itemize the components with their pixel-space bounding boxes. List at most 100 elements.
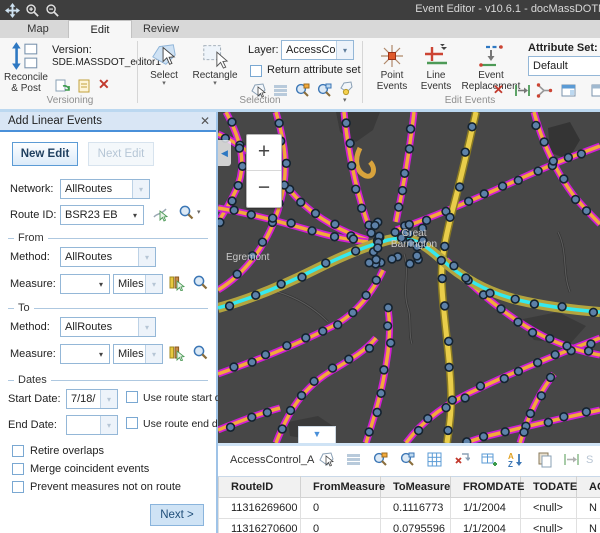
collapse-bottom-panel-icon[interactable]: ▼ bbox=[298, 426, 336, 443]
to-measure-combo[interactable]: ▾ bbox=[60, 344, 110, 364]
end-date-combo[interactable]: ▾ bbox=[66, 415, 118, 435]
dropdown-caret[interactable]: ▾ bbox=[138, 318, 155, 336]
new-edit-button[interactable]: New Edit bbox=[12, 142, 78, 166]
dropdown-caret: ▾ bbox=[190, 81, 240, 87]
map-zoom-out-button[interactable]: − bbox=[247, 171, 281, 207]
route-id-combo[interactable]: BSR23 EB ▾ bbox=[60, 205, 144, 225]
zoom-in-icon[interactable] bbox=[25, 3, 40, 18]
route-id-label: Route ID: bbox=[10, 209, 56, 221]
dropdown-caret[interactable]: ▾ bbox=[93, 275, 109, 293]
return-attribute-set-checkbox[interactable] bbox=[250, 65, 262, 77]
next-button[interactable]: Next > bbox=[150, 504, 204, 526]
zoom-selected-alt-icon[interactable] bbox=[399, 451, 416, 468]
map-zoom-in-button[interactable]: + bbox=[247, 135, 281, 171]
use-route-start-date-checkbox[interactable] bbox=[126, 391, 138, 403]
dates-section: Dates bbox=[8, 380, 208, 381]
from-measure-combo[interactable]: ▾ bbox=[60, 274, 110, 294]
reconcile-post-button[interactable]: Reconcile & Post bbox=[4, 41, 48, 94]
select-events-icon[interactable] bbox=[318, 451, 335, 468]
dropdown-caret[interactable]: ▾ bbox=[93, 345, 109, 363]
from-method-combo[interactable]: AllRoutes ▾ bbox=[60, 247, 156, 267]
version-label: Version: bbox=[52, 44, 92, 56]
return-attribute-set-label: Return attribute set bbox=[267, 64, 361, 76]
pick-measure-icon[interactable] bbox=[168, 274, 185, 291]
tab-map[interactable]: Map bbox=[8, 20, 68, 38]
merge-coincident-events-checkbox[interactable] bbox=[12, 463, 24, 475]
offset-icon[interactable] bbox=[563, 451, 580, 468]
cell-frommeasure: 0 bbox=[301, 519, 381, 533]
dropdown-caret[interactable]: ▾ bbox=[100, 390, 117, 408]
map-zoom-control: + − bbox=[246, 134, 282, 208]
close-icon[interactable]: ✕ bbox=[200, 114, 210, 128]
zoom-measure-icon[interactable] bbox=[192, 344, 209, 361]
clear-selection-icon[interactable] bbox=[453, 451, 470, 468]
truncated-toolbar-button[interactable]: S bbox=[586, 454, 593, 466]
retire-overlaps-checkbox[interactable] bbox=[12, 445, 24, 457]
dropdown-caret[interactable]: ▾ bbox=[127, 206, 143, 224]
next-edit-button[interactable]: Next Edit bbox=[88, 142, 154, 166]
from-unit-combo[interactable]: Miles ▾ bbox=[113, 274, 163, 294]
tabbar: Map Edit Review bbox=[0, 20, 600, 39]
use-route-end-date-checkbox[interactable] bbox=[126, 417, 138, 429]
column-header[interactable]: ToMeasure bbox=[381, 477, 451, 498]
dropdown-caret[interactable]: ▾ bbox=[145, 275, 162, 293]
panel-alt-icon[interactable] bbox=[590, 82, 600, 99]
map-label-egremont: Egremont bbox=[226, 252, 270, 263]
from-section: From bbox=[8, 238, 208, 239]
sync-version-icon[interactable] bbox=[54, 78, 71, 95]
from-method-label: Method: bbox=[10, 251, 50, 263]
selection-group-label: Selection bbox=[190, 95, 330, 106]
column-header[interactable]: FROMDATE bbox=[451, 477, 521, 498]
line-events-button[interactable]: Line Events bbox=[416, 43, 456, 92]
zoom-out-icon[interactable] bbox=[45, 3, 60, 18]
cell-fromdate: 1/1/2004 bbox=[451, 498, 521, 519]
cell-tomeasure: 0.0795596 bbox=[381, 519, 451, 533]
collapse-left-panel-icon[interactable]: ◀ bbox=[218, 140, 231, 166]
to-unit-combo[interactable]: Miles ▾ bbox=[113, 344, 163, 364]
dropdown-caret[interactable]: ▾ bbox=[197, 210, 201, 216]
copy-icon[interactable] bbox=[536, 451, 553, 468]
map-view[interactable]: Egremont GreatBarrington ◀ + − ▼ bbox=[218, 112, 600, 443]
dropdown-caret[interactable]: ▾ bbox=[336, 41, 353, 59]
zoom-measure-icon[interactable] bbox=[192, 274, 209, 291]
table-row[interactable]: 11316270600 0 0.0795596 1/1/2004 <null> … bbox=[219, 519, 600, 533]
dropdown-caret[interactable]: ▾ bbox=[100, 416, 117, 434]
highlight-selection-icon[interactable] bbox=[338, 80, 355, 97]
cell-fromdate: 1/1/2004 bbox=[451, 519, 521, 533]
column-header[interactable]: TODATE bbox=[521, 477, 577, 498]
panel-icon[interactable] bbox=[560, 82, 577, 99]
zoom-selected-icon[interactable] bbox=[372, 451, 389, 468]
tab-review[interactable]: Review bbox=[130, 20, 192, 38]
attribute-set-combo[interactable]: Default ▾ bbox=[528, 56, 600, 76]
table-row[interactable]: 11316269600 0 0.1116773 1/1/2004 <null> … bbox=[219, 498, 600, 519]
delete-version-icon[interactable]: ✕ bbox=[98, 76, 115, 93]
attribute-list-icon[interactable] bbox=[345, 451, 362, 468]
dropdown-caret[interactable]: ▾ bbox=[132, 180, 149, 198]
start-date-combo[interactable]: 7/18/ ▾ bbox=[66, 389, 118, 409]
sort-icon[interactable]: AZ bbox=[507, 451, 524, 468]
select-route-icon[interactable] bbox=[152, 205, 169, 222]
pan-icon[interactable] bbox=[5, 3, 20, 18]
column-header[interactable]: FromMeasure bbox=[301, 477, 381, 498]
pick-measure-icon[interactable] bbox=[168, 344, 185, 361]
ribbon-separator bbox=[137, 41, 138, 103]
add-table-icon[interactable] bbox=[480, 451, 497, 468]
grid-icon[interactable] bbox=[426, 451, 443, 468]
dropdown-caret[interactable]: ▾ bbox=[145, 345, 162, 363]
column-header[interactable]: RouteID bbox=[219, 477, 301, 498]
tab-edit[interactable]: Edit bbox=[68, 20, 132, 39]
rectangle-button[interactable]: Rectangle ▾ bbox=[190, 41, 240, 87]
select-button[interactable]: Select ▾ bbox=[142, 41, 186, 87]
attribute-table-panel: AccessControl_A AZ S RouteID FromMeasure… bbox=[218, 446, 600, 533]
layer-combo[interactable]: AccessControl_A ▾ bbox=[281, 40, 354, 60]
new-version-icon[interactable] bbox=[76, 78, 93, 95]
network-combo[interactable]: AllRoutes ▾ bbox=[60, 179, 150, 199]
table-layer-name: AccessControl_A bbox=[230, 454, 314, 466]
zoom-route-icon[interactable] bbox=[178, 204, 195, 221]
prevent-measures-checkbox[interactable] bbox=[12, 481, 24, 493]
dropdown-caret[interactable]: ▾ bbox=[138, 248, 155, 266]
to-method-combo[interactable]: AllRoutes ▾ bbox=[60, 317, 156, 337]
cell-routeid: 11316270600 bbox=[219, 519, 301, 533]
point-events-button[interactable]: Point Events bbox=[372, 43, 412, 92]
column-header[interactable]: AC bbox=[577, 477, 600, 498]
